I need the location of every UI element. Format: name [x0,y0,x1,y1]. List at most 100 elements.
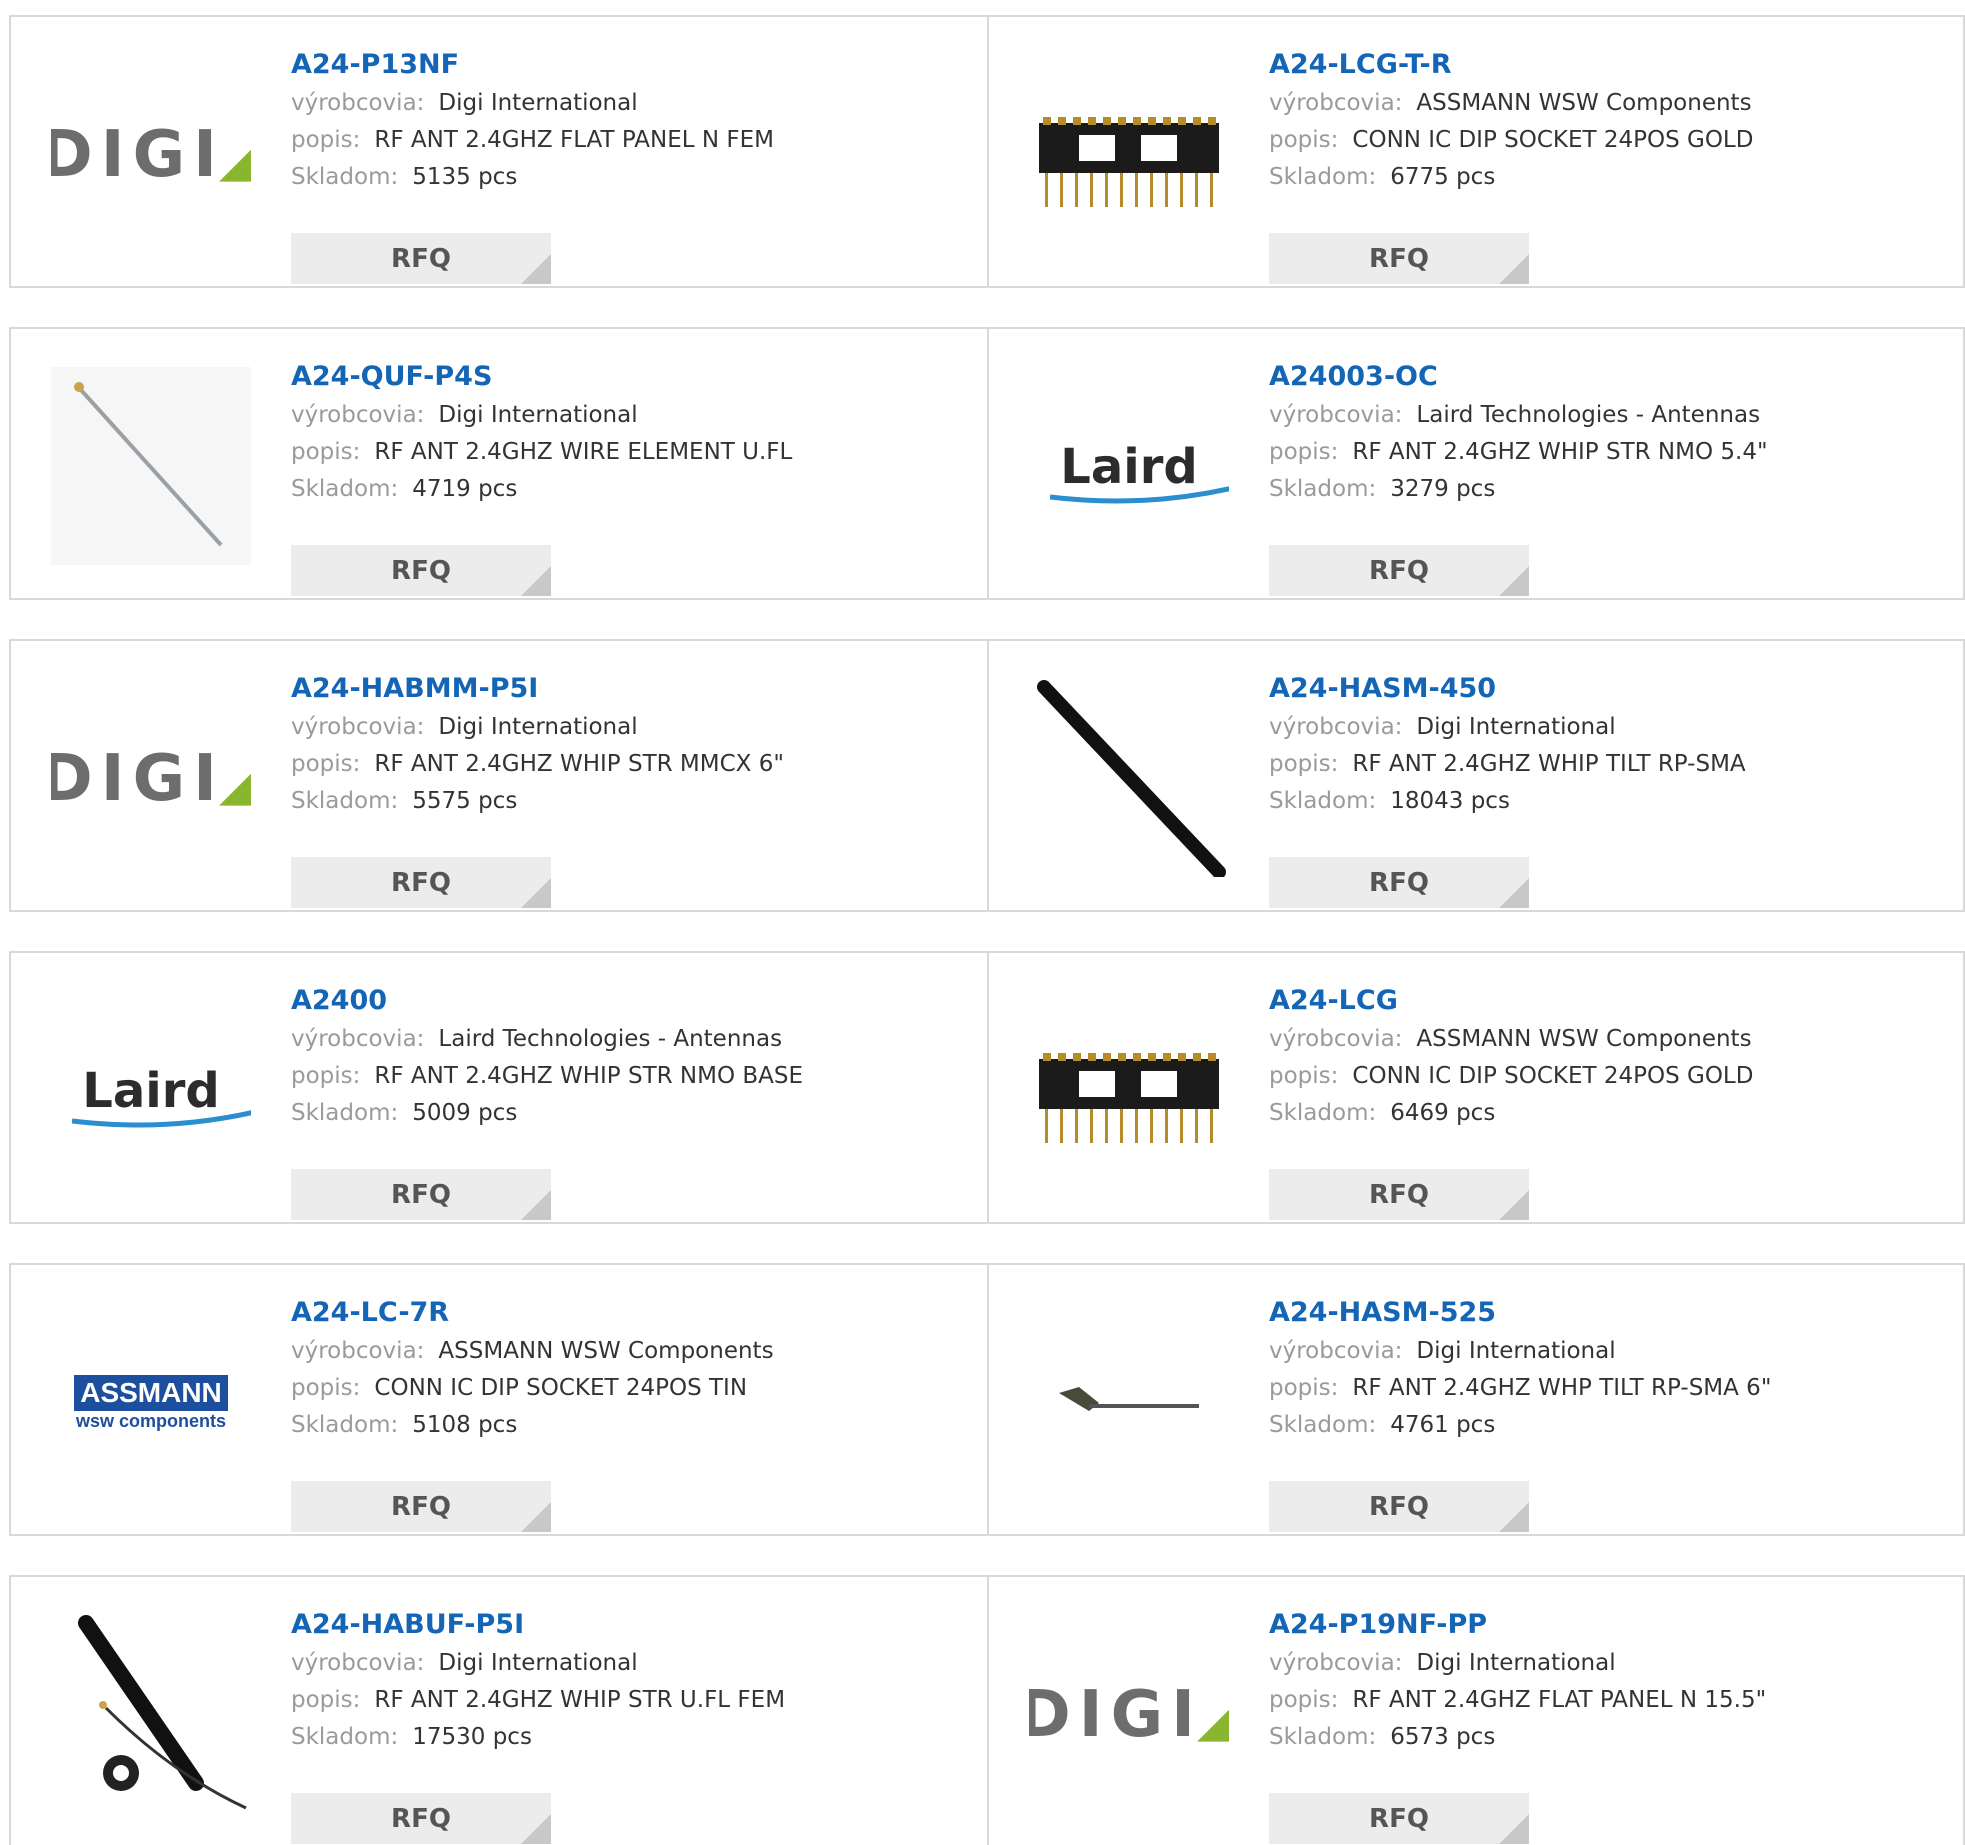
laird-logo-icon: Laird [72,1063,251,1128]
stock-row: Skladom: 4761 pcs [1269,1407,1929,1444]
rfq-button[interactable]: RFQ [291,1169,551,1220]
rfq-button[interactable]: RFQ [291,857,551,908]
product-image[interactable]: DIGI◢ [51,679,251,879]
corner-fold-icon [1499,1502,1529,1532]
product-image[interactable] [51,367,251,567]
rfq-button[interactable]: RFQ [291,545,551,596]
description-value: RF ANT 2.4GHZ FLAT PANEL N FEM [374,127,774,153]
corner-fold-icon [521,1814,551,1844]
product-image[interactable] [1029,679,1229,879]
part-number-link[interactable]: A24-LC-7R [291,1293,951,1333]
product-image[interactable]: DIGI◢ [51,55,251,255]
rfq-button[interactable]: RFQ [1269,1169,1529,1220]
description-label: popis: [291,127,361,153]
manufacturer-value: Laird Technologies - Antennas [1416,402,1761,428]
product-info: A24-HABMM-P5I výrobcovia: Digi Internatio… [291,669,951,908]
description-row: popis: CONN IC DIP SOCKET 24POS GOLD [1269,1058,1929,1095]
rfq-button[interactable]: RFQ [291,233,551,284]
stock-value: 4719 pcs [412,476,518,502]
description-value: RF ANT 2.4GHZ WHIP STR NMO 5.4" [1352,439,1768,465]
manufacturer-row: výrobcovia: Digi International [1269,1333,1929,1370]
product-info: A24003-OC výrobcovia: Laird Technologies … [1269,357,1929,596]
manufacturer-label: výrobcovia: [1269,1338,1403,1364]
part-number-link[interactable]: A24-QUF-P4S [291,357,951,397]
manufacturer-value: Laird Technologies - Antennas [438,1026,783,1052]
manufacturer-label: výrobcovia: [1269,1650,1403,1676]
part-number-link[interactable]: A24-HASM-525 [1269,1293,1929,1333]
part-number-link[interactable]: A24-P13NF [291,45,951,85]
stock-value: 18043 pcs [1390,788,1510,814]
rfq-button[interactable]: RFQ [1269,233,1529,284]
description-value: RF ANT 2.4GHZ WHIP TILT RP-SMA [1352,751,1746,777]
description-value: CONN IC DIP SOCKET 24POS TIN [374,1375,748,1401]
part-number-link[interactable]: A24-P19NF-PP [1269,1605,1929,1645]
product-image[interactable]: DIGI◢ [1029,1615,1229,1815]
stock-row: Skladom: 18043 pcs [1269,783,1929,820]
product-image[interactable]: Laird [1029,367,1229,567]
part-number-link[interactable]: A24-HASM-450 [1269,669,1929,709]
rfq-label: RFQ [1369,1491,1429,1522]
product-image[interactable]: ASSMANN wsw components [51,1303,251,1503]
rfq-button[interactable]: RFQ [1269,1481,1529,1532]
rfq-button[interactable]: RFQ [1269,857,1529,908]
whip-antenna-icon [1029,679,1229,879]
description-row: popis: CONN IC DIP SOCKET 24POS TIN [291,1370,951,1407]
rfq-button[interactable]: RFQ [1269,545,1529,596]
stock-value: 6469 pcs [1390,1100,1496,1126]
stock-row: Skladom: 5135 pcs [291,159,951,196]
product-card: A24-HABUF-P5I výrobcovia: Digi Internatio… [11,1577,987,1845]
stock-label: Skladom: [291,476,399,502]
rfq-button[interactable]: RFQ [291,1481,551,1532]
description-label: popis: [291,1063,361,1089]
product-row: ASSMANN wsw components A24-LC-7R výrobcov… [9,1263,1965,1536]
stock-row: Skladom: 17530 pcs [291,1719,951,1756]
rfq-button[interactable]: RFQ [1269,1793,1529,1844]
stock-label: Skladom: [291,1724,399,1750]
stock-label: Skladom: [1269,1100,1377,1126]
assmann-logo-icon: ASSMANN wsw components [74,1374,228,1431]
product-row: DIGI◢ A24-P13NF výrobcovia: Digi Internat… [9,15,1965,288]
laird-logo-icon: Laird [1050,439,1229,504]
description-value: RF ANT 2.4GHZ WHP TILT RP-SMA 6" [1352,1375,1772,1401]
product-image[interactable]: Laird [51,991,251,1191]
whip-kit-icon [51,1615,251,1815]
product-card: Laird A24003-OC výrobcovia: Laird Technol… [987,329,1963,598]
part-number-link[interactable]: A24-HABMM-P5I [291,669,951,709]
rfq-button[interactable]: RFQ [291,1793,551,1844]
part-number-link[interactable]: A24003-OC [1269,357,1929,397]
description-row: popis: CONN IC DIP SOCKET 24POS GOLD [1269,122,1929,159]
description-label: popis: [291,751,361,777]
product-image[interactable] [1029,991,1229,1191]
corner-fold-icon [521,1190,551,1220]
stock-label: Skladom: [1269,164,1377,190]
product-info: A24-P13NF výrobcovia: Digi International … [291,45,951,284]
product-image[interactable] [1029,55,1229,255]
corner-fold-icon [1499,1190,1529,1220]
product-image[interactable] [51,1615,251,1815]
part-number-link[interactable]: A24-LCG-T-R [1269,45,1929,85]
product-info: A24-HASM-450 výrobcovia: Digi Internation… [1269,669,1929,908]
part-number-link[interactable]: A2400 [291,981,951,1021]
product-row: Laird A2400 výrobcovia: Laird Technologie… [9,951,1965,1224]
product-image[interactable] [1029,1303,1229,1503]
stock-value: 4761 pcs [1390,1412,1496,1438]
part-number-link[interactable]: A24-HABUF-P5I [291,1605,951,1645]
product-info: A24-HASM-525 výrobcovia: Digi Internation… [1269,1293,1929,1532]
manufacturer-row: výrobcovia: Laird Technologies - Antennas [1269,397,1929,434]
manufacturer-value: Digi International [438,1650,638,1676]
rfq-label: RFQ [391,1179,451,1210]
product-row: A24-HABUF-P5I výrobcovia: Digi Internatio… [9,1575,1965,1845]
stock-value: 5135 pcs [412,164,518,190]
manufacturer-row: výrobcovia: Laird Technologies - Antennas [291,1021,951,1058]
dip-socket-icon [1029,991,1229,1191]
description-value: RF ANT 2.4GHZ FLAT PANEL N 15.5" [1352,1687,1767,1713]
product-info: A24-LCG-T-R výrobcovia: ASSMANN WSW Compo… [1269,45,1929,284]
description-value: RF ANT 2.4GHZ WHIP STR U.FL FEM [374,1687,786,1713]
manufacturer-value: ASSMANN WSW Components [1416,1026,1752,1052]
stock-label: Skladom: [1269,1412,1377,1438]
manufacturer-row: výrobcovia: ASSMANN WSW Components [1269,85,1929,122]
product-card: DIGI◢ A24-HABMM-P5I výrobcovia: Digi Inte… [11,641,987,910]
description-label: popis: [1269,1375,1339,1401]
part-number-link[interactable]: A24-LCG [1269,981,1929,1021]
stock-label: Skladom: [1269,788,1377,814]
